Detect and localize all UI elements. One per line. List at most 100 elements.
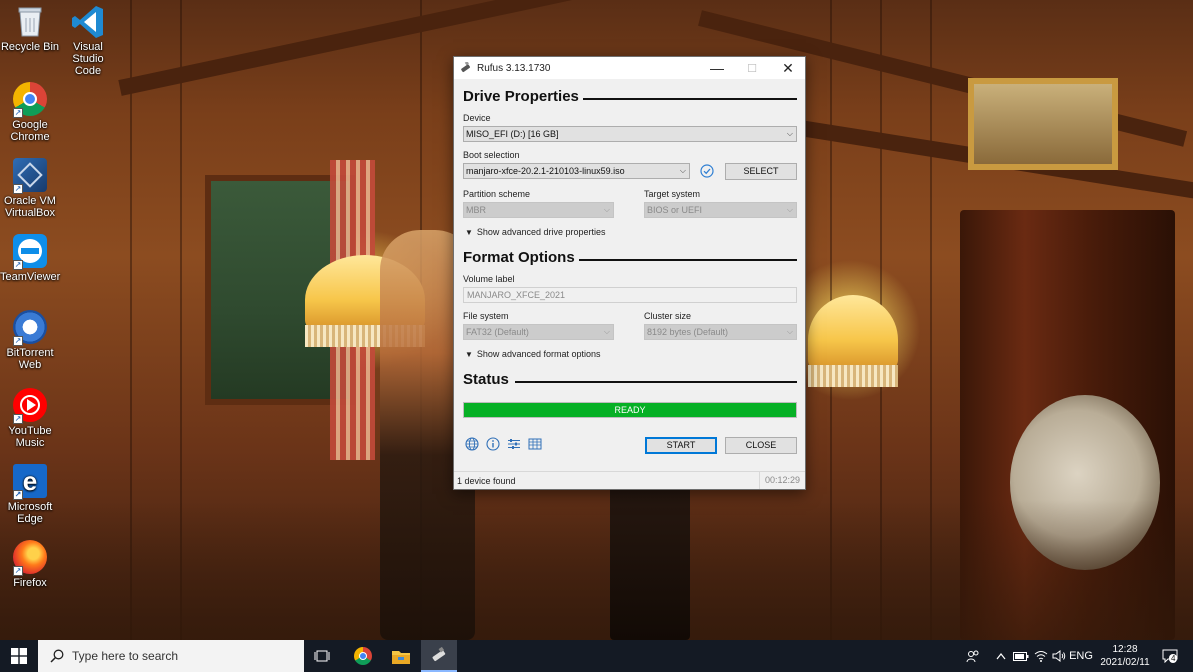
checksum-check-icon[interactable] xyxy=(700,164,714,178)
boot-selection-select[interactable]: manjaro-xfce-20.2.1-210103-linux59.iso ⌵ xyxy=(463,163,690,179)
start-button[interactable]: START xyxy=(645,437,717,454)
chevron-down-icon: ⌵ xyxy=(603,205,610,214)
input-language-indicator[interactable]: ENG xyxy=(1068,640,1094,672)
chevron-down-icon: ▼ xyxy=(465,349,473,359)
volume-label-label: Volume label xyxy=(463,274,515,284)
desktop-icon-chrome[interactable]: ↗ Google Chrome xyxy=(0,82,60,143)
desktop-icon-label: Recycle Bin xyxy=(0,41,60,53)
desktop-icon-recycle-bin[interactable]: Recycle Bin xyxy=(0,4,60,53)
lamp-shade xyxy=(808,295,898,370)
windows-logo-icon xyxy=(11,648,27,664)
search-placeholder: Type here to search xyxy=(72,649,179,663)
format-options-heading: Format Options xyxy=(463,249,575,266)
rufus-window[interactable]: Rufus 3.13.1730 — ☐ ✕ Drive Properties D… xyxy=(453,56,806,490)
battery-icon[interactable] xyxy=(1012,640,1030,672)
rufus-app-icon xyxy=(460,61,472,74)
elapsed-time-text: 00:12:29 xyxy=(759,472,805,489)
wifi-icon[interactable] xyxy=(1032,640,1050,672)
progress-text: READY xyxy=(614,405,646,415)
desktop-icon-bittorrent[interactable]: ↗ BitTorrent Web xyxy=(0,310,60,371)
window-titlebar[interactable]: Rufus 3.13.1730 — ☐ ✕ xyxy=(454,57,805,79)
select-image-button[interactable]: SELECT xyxy=(725,163,797,180)
file-system-label: File system xyxy=(463,311,509,321)
virtualbox-icon: ↗ xyxy=(13,158,47,194)
volume-icon[interactable] xyxy=(1050,640,1068,672)
chevron-down-icon: ⌵ xyxy=(786,129,793,138)
globe-icon[interactable] xyxy=(465,437,479,451)
taskbar-clock[interactable]: 12:28 2021/02/11 xyxy=(1098,643,1152,669)
chrome-icon: ↗ xyxy=(13,82,47,118)
desktop-icon-virtualbox[interactable]: ↗ Oracle VM VirtualBox xyxy=(0,158,60,219)
status-bar: 1 device found 00:12:29 xyxy=(454,471,805,489)
taskbar-file-explorer[interactable] xyxy=(383,640,419,672)
desktop-icon-label: BitTorrent Web xyxy=(6,347,54,371)
partition-scheme-label: Partition scheme xyxy=(463,189,531,199)
boot-selection-value: manjaro-xfce-20.2.1-210103-linux59.iso xyxy=(466,166,625,176)
log-icon[interactable] xyxy=(528,437,542,451)
file-system-select: FAT32 (Default) ⌵ xyxy=(463,324,614,340)
bittorrent-icon: ↗ xyxy=(13,310,47,346)
people-icon[interactable] xyxy=(962,640,984,672)
desktop-icon-label: TeamViewer xyxy=(0,271,61,283)
section-divider xyxy=(583,98,797,100)
chevron-down-icon: ⌵ xyxy=(786,327,793,336)
cluster-size-label: Cluster size xyxy=(644,311,692,321)
taskbar: Type here to search ENG 12:28 2021/02/11… xyxy=(0,640,1193,672)
cluster-size-select: 8192 bytes (Default) ⌵ xyxy=(644,324,797,340)
rufus-icon xyxy=(432,647,446,662)
edge-icon: e ↗ xyxy=(13,464,47,500)
device-count-text: 1 device found xyxy=(457,476,516,486)
settings-sliders-icon[interactable] xyxy=(507,437,521,451)
device-label: Device xyxy=(463,113,491,123)
floor-shadow xyxy=(0,500,1193,640)
minimize-button[interactable]: — xyxy=(699,57,735,79)
advanced-format-toggle-label: Show advanced format options xyxy=(476,349,601,359)
task-view-button[interactable] xyxy=(304,640,340,672)
taskbar-rufus[interactable] xyxy=(421,640,457,672)
chevron-up-icon[interactable] xyxy=(992,640,1010,672)
taskbar-search-box[interactable]: Type here to search xyxy=(38,640,304,672)
clock-time: 12:28 xyxy=(1112,644,1138,655)
desktop-icon-edge[interactable]: e ↗ Microsoft Edge xyxy=(0,464,60,525)
maximize-button: ☐ xyxy=(747,62,757,75)
info-icon[interactable] xyxy=(486,437,500,451)
chrome-icon xyxy=(354,647,372,665)
advanced-drive-toggle-label: Show advanced drive properties xyxy=(476,227,606,237)
file-system-value: FAT32 (Default) xyxy=(466,327,529,337)
device-select-value: MISO_EFI (D:) [16 GB] xyxy=(466,129,559,139)
desktop-icon-label: Visual Studio Code xyxy=(72,41,104,77)
desktop-icon-label: Oracle VM VirtualBox xyxy=(4,195,56,219)
desktop-icon-vscode[interactable]: Visual Studio Code xyxy=(58,4,118,77)
desktop-icon-teamviewer[interactable]: ↗ TeamViewer xyxy=(0,234,60,283)
desktop-icon-firefox[interactable]: ↗ Firefox xyxy=(0,540,60,589)
chevron-down-icon: ⌵ xyxy=(786,205,793,214)
desktop-icon-label: YouTube Music xyxy=(8,425,52,449)
advanced-drive-toggle[interactable]: ▼ Show advanced drive properties xyxy=(465,227,606,237)
chevron-down-icon: ⌵ xyxy=(603,327,610,336)
chevron-down-icon: ⌵ xyxy=(679,166,686,175)
desktop-icon-youtube-music[interactable]: ↗ YouTube Music xyxy=(0,388,60,449)
device-select[interactable]: MISO_EFI (D:) [16 GB] ⌵ xyxy=(463,126,797,142)
recycle-bin-icon xyxy=(16,4,44,38)
search-icon xyxy=(50,649,64,663)
drive-properties-heading: Drive Properties xyxy=(463,88,579,105)
start-button[interactable] xyxy=(0,640,38,672)
close-button[interactable]: CLOSE xyxy=(725,437,797,454)
status-heading: Status xyxy=(463,371,509,388)
target-system-label: Target system xyxy=(644,189,701,199)
partition-scheme-value: MBR xyxy=(466,205,486,215)
lamp-fringe xyxy=(808,365,898,387)
close-window-button[interactable]: ✕ xyxy=(770,57,806,79)
notification-center-button[interactable]: 4 xyxy=(1158,640,1182,672)
partition-scheme-select: MBR ⌵ xyxy=(463,202,614,218)
status-progress-bar: READY xyxy=(463,402,797,418)
cluster-size-value: 8192 bytes (Default) xyxy=(647,327,729,337)
chevron-down-icon: ▼ xyxy=(465,227,473,237)
target-system-select: BIOS or UEFI ⌵ xyxy=(644,202,797,218)
advanced-format-toggle[interactable]: ▼ Show advanced format options xyxy=(465,349,601,359)
section-divider xyxy=(579,259,797,261)
wall-painting xyxy=(968,78,1118,170)
taskbar-chrome[interactable] xyxy=(345,640,381,672)
section-divider xyxy=(515,381,797,383)
boot-selection-label: Boot selection xyxy=(463,150,520,160)
